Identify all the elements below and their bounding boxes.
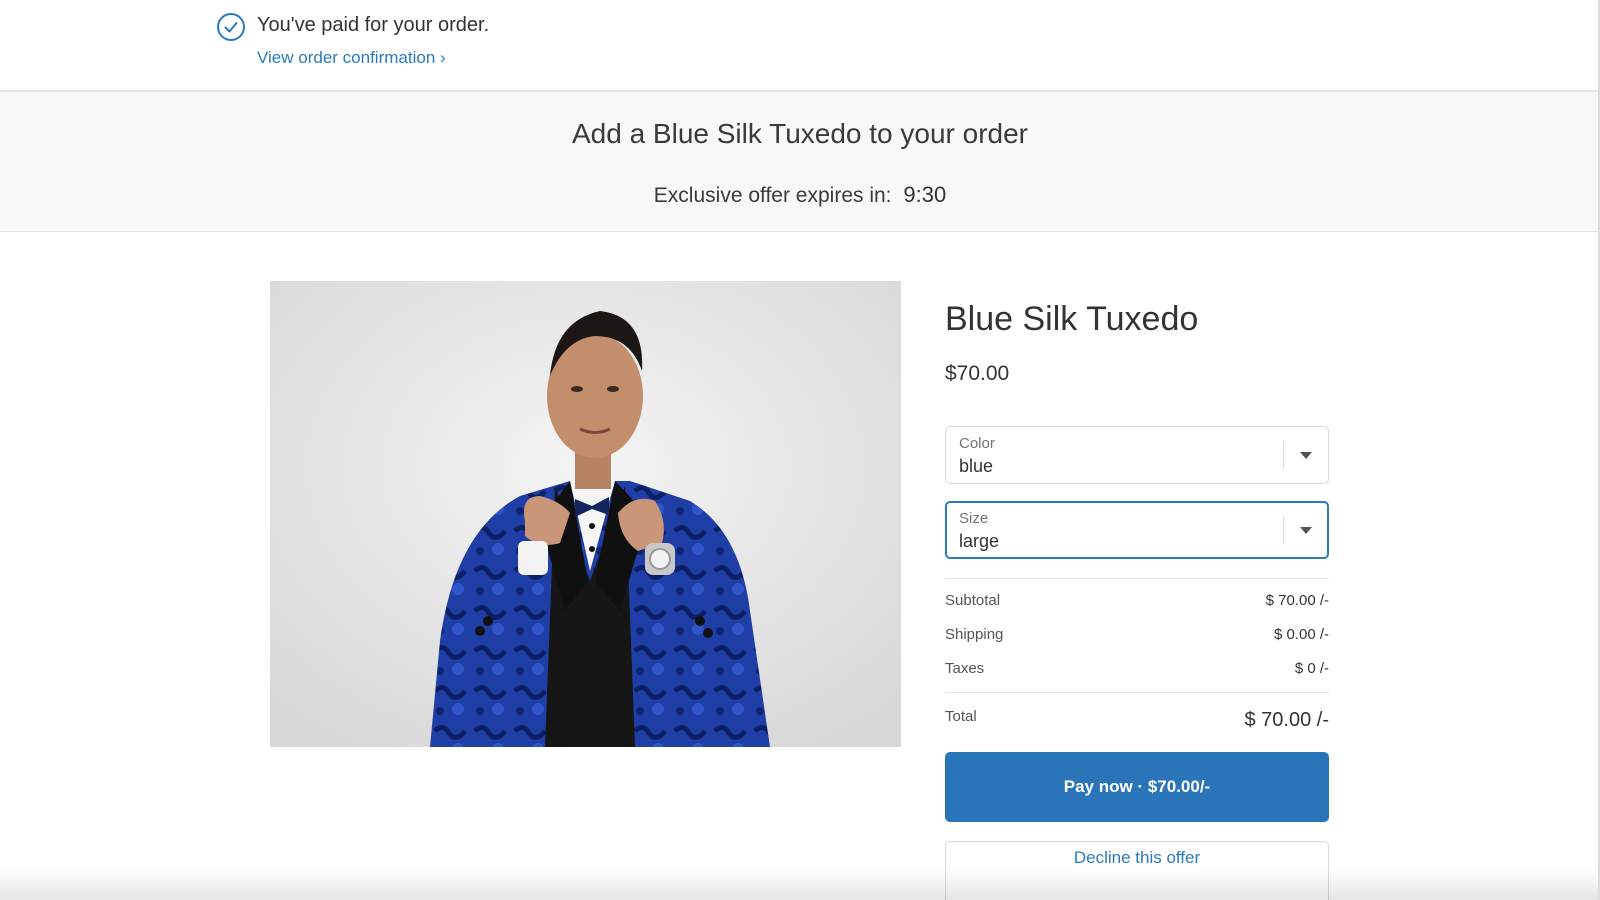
chevron-down-icon (1300, 452, 1312, 459)
shipping-label: Shipping (945, 626, 1004, 643)
total-row: Total $ 70.00 /- (945, 706, 1329, 736)
color-select-value: blue (959, 456, 994, 476)
product-price: $70.00 (945, 362, 1010, 385)
select-divider (1283, 516, 1284, 544)
order-paid-header: You've paid for your order. View order c… (0, 0, 1600, 92)
paid-message: You've paid for your order. (257, 14, 490, 36)
size-select-label: Size (959, 510, 989, 527)
select-divider (1283, 441, 1284, 469)
decline-offer-button[interactable]: Decline this offer (945, 841, 1329, 900)
size-select[interactable]: Size large (945, 501, 1329, 559)
color-select-label: Color (959, 435, 995, 452)
offer-expiry: Exclusive offer expires in: 9:30 (0, 182, 1600, 208)
offer-expiry-label: Exclusive offer expires in: (653, 184, 892, 207)
product-name: Blue Silk Tuxedo (945, 300, 1199, 338)
pay-now-button[interactable]: Pay now · $70.00/- (945, 752, 1329, 822)
total-value: $ 70.00 /- (1244, 709, 1329, 731)
offer-countdown-timer: 9:30 (903, 182, 947, 207)
upsell-page: You've paid for your order. View order c… (0, 0, 1600, 900)
taxes-label: Taxes (945, 660, 985, 677)
subtotal-label: Subtotal (945, 592, 1001, 609)
tuxedo-model-illustration (270, 281, 901, 747)
subtotal-row: Subtotal $ 70.00 /- (945, 592, 1329, 614)
chevron-down-icon (1300, 527, 1312, 534)
offer-title: Add a Blue Silk Tuxedo to your order (571, 118, 1029, 149)
shipping-value: $ 0.00 /- (1273, 626, 1329, 643)
bottom-shadow (0, 868, 1600, 900)
view-order-confirmation-link[interactable]: View order confirmation › (257, 48, 446, 68)
taxes-value: $ 0 /- (1294, 660, 1329, 677)
subtotal-value: $ 70.00 /- (1265, 592, 1329, 609)
total-label: Total (945, 708, 977, 725)
summary-divider-top (945, 578, 1329, 579)
check-circle-icon (217, 13, 245, 41)
color-select[interactable]: Color blue (945, 426, 1329, 484)
shipping-row: Shipping $ 0.00 /- (945, 626, 1329, 648)
size-select-value: large (959, 531, 1000, 551)
product-image (270, 281, 901, 747)
taxes-row: Taxes $ 0 /- (945, 660, 1329, 682)
summary-divider-bottom (945, 692, 1329, 693)
offer-banner: Add a Blue Silk Tuxedo to your order Exc… (0, 92, 1600, 232)
